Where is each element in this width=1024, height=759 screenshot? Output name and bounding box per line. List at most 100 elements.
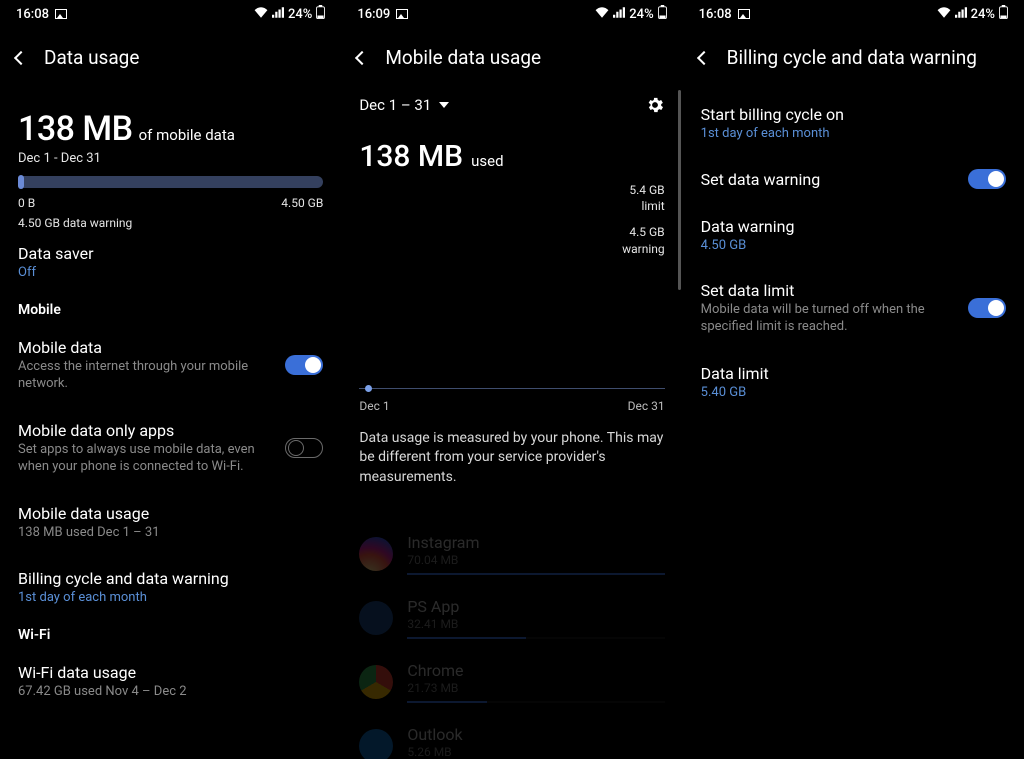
app-size: 70.04 MB [407, 553, 664, 567]
set-data-warning-title: Set data warning [701, 170, 956, 189]
usage-bar-min: 0 B [18, 196, 35, 210]
start-billing-title: Start billing cycle on [701, 105, 1006, 124]
app-row[interactable]: Instagram70.04 MB [359, 522, 664, 586]
mobile-only-apps-toggle[interactable] [285, 438, 323, 458]
app-row[interactable]: Outlook5.26 MB [359, 714, 664, 759]
screen-mobile-data-usage: 16:09 24% Mobile data usage Dec 1 – 31 1… [341, 0, 682, 759]
data-warning-title: Data warning [701, 217, 1006, 236]
chart-end: Dec 31 [628, 399, 665, 413]
mobile-data-usage-sub: 138 MB used Dec 1 – 31 [18, 525, 323, 542]
app-row[interactable]: PS App32.41 MB [359, 586, 664, 650]
wifi-data-usage-sub: 67.42 GB used Nov 4 – Dec 2 [18, 684, 323, 701]
limit-label: limit [641, 199, 664, 213]
status-bar: 16:08 24% [683, 0, 1024, 28]
back-icon[interactable] [697, 50, 711, 64]
usage-summary: 138 MB of mobile data [18, 109, 323, 149]
app-name: PS App [407, 597, 664, 616]
battery-percent: 24% [288, 7, 312, 22]
clock: 16:08 [699, 7, 732, 22]
scroll-indicator [678, 90, 681, 290]
data-saver-title: Data saver [18, 244, 323, 263]
mobile-data-sub: Access the internet through your mobile … [18, 359, 273, 393]
app-icon-chrome [359, 665, 393, 699]
usage-chart-marker [365, 385, 372, 392]
app-icon-outlook [359, 729, 393, 759]
status-bar: 16:08 24% [0, 0, 341, 28]
usage-bar-max: 4.50 GB [281, 196, 323, 210]
set-data-limit-item[interactable]: Set data limit Mobile data will be turne… [701, 267, 1006, 350]
header: Billing cycle and data warning [683, 28, 1024, 81]
screenshot-icon [738, 9, 750, 19]
header: Mobile data usage [341, 28, 682, 81]
usage-range: Dec 1 - Dec 31 [18, 151, 323, 166]
wifi-icon [254, 7, 268, 22]
page-title: Mobile data usage [385, 46, 541, 69]
screenshot-icon [396, 9, 408, 19]
limit-warning-stats: 5.4 GB limit 4.5 GB warning [359, 182, 664, 257]
clock: 16:08 [16, 7, 49, 22]
set-data-limit-title: Set data limit [701, 281, 956, 300]
data-saver-item[interactable]: Data saver Off [18, 230, 323, 294]
mobile-data-toggle[interactable] [285, 355, 323, 375]
app-size: 21.73 MB [407, 681, 664, 695]
data-warning-value: 4.50 GB [701, 238, 1006, 253]
battery-icon [658, 5, 667, 23]
period-selector[interactable]: Dec 1 – 31 [359, 96, 449, 114]
warning-label: warning [622, 242, 665, 256]
usage-chart [359, 377, 664, 395]
billing-cycle-item[interactable]: Billing cycle and data warning 1st day o… [18, 555, 323, 619]
start-billing-item[interactable]: Start billing cycle on 1st day of each m… [701, 91, 1006, 155]
app-name: Chrome [407, 661, 664, 680]
usage-bar-knob [18, 175, 24, 189]
battery-icon [316, 5, 325, 23]
wifi-data-usage-title: Wi-Fi data usage [18, 663, 323, 682]
app-usage-list: Instagram70.04 MB PS App32.41 MB Chrome2… [359, 522, 664, 759]
app-row[interactable]: Chrome21.73 MB [359, 650, 664, 714]
usage-amount: 138 MB [18, 109, 133, 149]
header: Data usage [0, 28, 341, 81]
data-limit-title: Data limit [701, 364, 1006, 383]
data-warning-item[interactable]: Data warning 4.50 GB [701, 203, 1006, 267]
signal-icon [613, 7, 625, 22]
usage-suffix: of mobile data [139, 126, 235, 144]
battery-icon [999, 5, 1008, 23]
page-title: Billing cycle and data warning [727, 46, 977, 69]
wifi-data-usage-item[interactable]: Wi-Fi data usage 67.42 GB used Nov 4 – D… [18, 649, 323, 715]
battery-percent: 24% [971, 7, 995, 22]
usage-summary: 138 MB used [359, 139, 664, 174]
data-limit-value: 5.40 GB [701, 385, 1006, 400]
set-data-warning-item[interactable]: Set data warning [701, 155, 1006, 203]
app-bar-fill [407, 701, 487, 703]
mobile-only-apps-item[interactable]: Mobile data only apps Set apps to always… [18, 407, 323, 490]
page-title: Data usage [44, 46, 139, 69]
back-icon[interactable] [14, 50, 28, 64]
status-bar: 16:09 24% [341, 0, 682, 28]
chart-start: Dec 1 [359, 399, 389, 413]
usage-bar-labels: 0 B 4.50 GB [18, 196, 323, 210]
screen-data-usage: 16:08 24% Data usage 138 MB of mobile da… [0, 0, 341, 759]
screen-billing-cycle: 16:08 24% Billing cycle and data warning… [683, 0, 1024, 759]
set-data-warning-toggle[interactable] [968, 169, 1006, 189]
mobile-data-item[interactable]: Mobile data Access the internet through … [18, 324, 323, 407]
back-icon[interactable] [355, 50, 369, 64]
section-mobile: Mobile [18, 294, 323, 324]
usage-chart-baseline [359, 388, 664, 389]
usage-suffix: used [471, 152, 503, 170]
usage-bar[interactable] [18, 176, 323, 188]
wifi-icon [595, 7, 609, 22]
set-data-limit-toggle[interactable] [968, 298, 1006, 318]
usage-amount: 138 MB [359, 139, 463, 174]
mobile-data-title: Mobile data [18, 338, 273, 357]
limit-value: 5.4 GB [629, 183, 664, 197]
disclaimer-text: Data usage is measured by your phone. Th… [359, 429, 664, 488]
app-size: 5.26 MB [407, 745, 664, 759]
clock: 16:09 [357, 7, 390, 22]
data-limit-item[interactable]: Data limit 5.40 GB [701, 350, 1006, 414]
section-wifi: Wi-Fi [18, 619, 323, 649]
mobile-data-usage-item[interactable]: Mobile data usage 138 MB used Dec 1 – 31 [18, 490, 323, 556]
battery-percent: 24% [629, 7, 653, 22]
start-billing-value: 1st day of each month [701, 126, 1006, 141]
usage-bar-warning: 4.50 GB data warning [18, 216, 323, 230]
app-icon-instagram [359, 537, 393, 571]
gear-icon[interactable] [645, 95, 665, 115]
